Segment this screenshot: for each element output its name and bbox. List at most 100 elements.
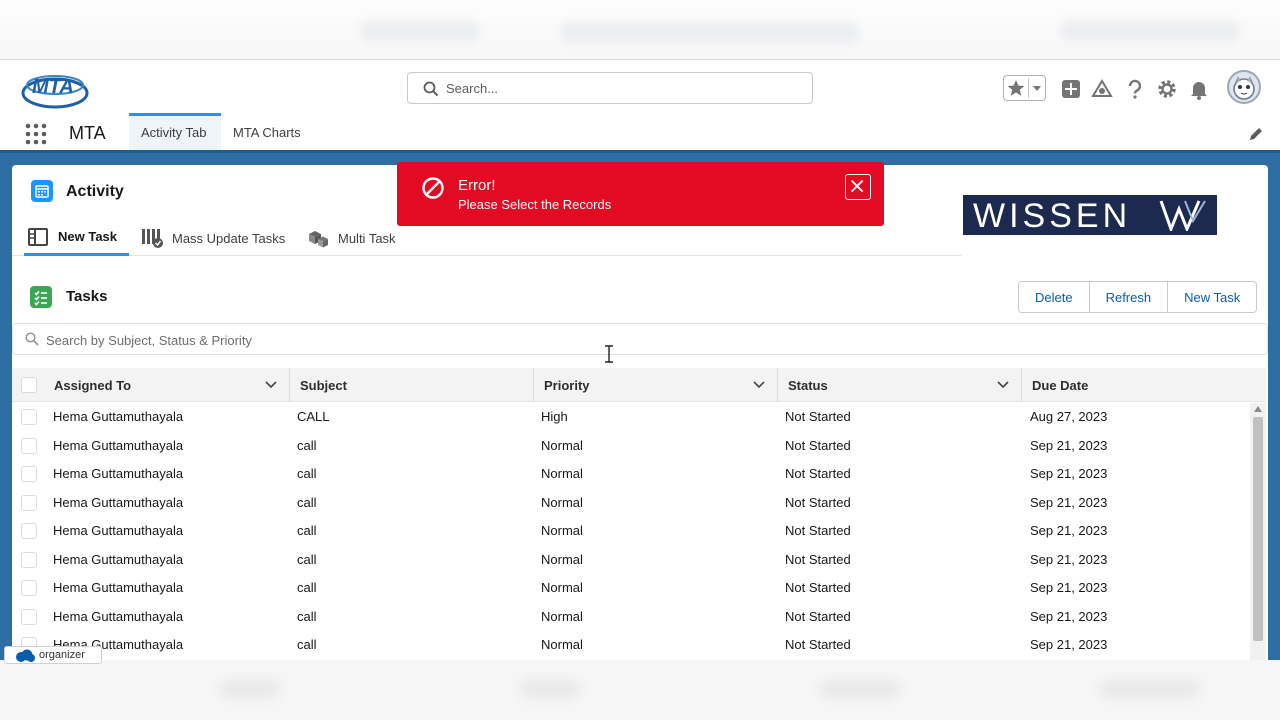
taskbar-blurred: [0, 660, 1280, 720]
row-select-checkbox[interactable]: [21, 494, 37, 511]
table-row[interactable]: Hema Guttamuthayala CALL High Not Started Au…: [12, 403, 1252, 432]
scroll-up-arrow-icon[interactable]: [1254, 406, 1262, 412]
cell-subject: call: [297, 523, 317, 538]
cell-status: Not Started: [785, 637, 851, 652]
text-cursor-icon: [605, 345, 613, 363]
cell-status: Not Started: [785, 437, 851, 453]
cell-status: Not Started: [785, 523, 851, 538]
help-icon[interactable]: [1124, 78, 1146, 100]
multi-task-icon: [309, 231, 328, 248]
cell-due-date: Sep 21, 2023: [1030, 437, 1108, 453]
column-header-status[interactable]: Status: [778, 368, 1022, 402]
calendar-icon: [35, 185, 49, 198]
column-header-due-date[interactable]: Due Date: [1022, 368, 1266, 402]
cell-priority: High: [541, 409, 568, 424]
cell-priority: Normal: [541, 466, 583, 481]
tasks-search-input[interactable]: [46, 330, 646, 350]
star-icon[interactable]: [1006, 78, 1026, 98]
column-header-label: Priority: [544, 378, 590, 393]
table-row[interactable]: Hema Guttamuthayala call Normal Not Started…: [12, 460, 1252, 489]
cell-due-date: Sep 21, 2023: [1030, 523, 1108, 538]
new-task-icon: [28, 227, 48, 246]
cell-assigned-to: Hema Guttamuthayala: [53, 494, 184, 510]
row-select-checkbox[interactable]: [21, 580, 37, 596]
column-header-subject[interactable]: Subject: [290, 368, 534, 402]
error-ban-icon: [422, 177, 444, 199]
organizer-label: organizer: [39, 649, 85, 661]
activity-title: Activity: [66, 183, 124, 200]
cloud-icon: [16, 649, 35, 662]
scrollbar-thumb[interactable]: [1253, 417, 1263, 641]
tasks-search[interactable]: [12, 323, 1268, 355]
column-header-assigned-to[interactable]: Assigned To: [44, 368, 290, 402]
chevron-down-icon[interactable]: [753, 380, 765, 390]
table-row[interactable]: Hema Guttamuthayala call Normal Not Started…: [12, 432, 1252, 461]
cell-subject: call: [297, 608, 317, 624]
new-task-button[interactable]: New Task: [1167, 282, 1257, 312]
activity-app-icon: [31, 180, 53, 202]
workspace-background: Activity New Task Mass Update Tasks Mult…: [0, 153, 1280, 660]
cell-assigned-to: Hema Guttamuthayala: [53, 608, 184, 624]
organizer-extension-badge[interactable]: organizer: [4, 646, 102, 664]
subtab-mass-update-tasks[interactable]: Mass Update Tasks: [140, 220, 285, 256]
search-icon: [25, 332, 39, 346]
cell-assigned-to: Hema Guttamuthayala: [53, 409, 184, 424]
global-actions-icon[interactable]: [1060, 78, 1082, 100]
row-select-checkbox[interactable]: [21, 437, 37, 454]
row-select-checkbox[interactable]: [21, 551, 37, 568]
subtab-new-task-label: New Task: [58, 229, 118, 244]
gear-icon[interactable]: [1156, 78, 1178, 100]
wissen-logo-text: WISSEN: [973, 197, 1132, 235]
table-row[interactable]: Hema Guttamuthayala call Normal Not Started…: [12, 631, 1252, 660]
cell-assigned-to: Hema Guttamuthayala: [53, 523, 184, 538]
table-row[interactable]: Hema Guttamuthayala call Normal Not Started…: [12, 574, 1252, 603]
table-row[interactable]: Hema Guttamuthayala call Normal Not Started…: [12, 603, 1252, 632]
global-search[interactable]: [407, 72, 813, 104]
trailhead-icon[interactable]: [1091, 78, 1113, 100]
delete-button[interactable]: Delete: [1019, 282, 1089, 312]
row-select-checkbox[interactable]: [21, 466, 37, 482]
chevron-down-icon[interactable]: [997, 380, 1009, 390]
edit-nav-pencil-icon[interactable]: [1248, 126, 1264, 142]
tab-activity[interactable]: Activity Tab: [129, 113, 221, 150]
cell-due-date: Sep 21, 2023: [1030, 466, 1108, 481]
cell-priority: Normal: [541, 523, 583, 538]
search-icon: [423, 81, 439, 97]
toast-close-button[interactable]: [845, 174, 871, 200]
mta-logo[interactable]: MTA: [20, 67, 90, 111]
app-launcher-icon[interactable]: [24, 122, 48, 146]
table-row[interactable]: Hema Guttamuthayala call Normal Not Started…: [12, 517, 1252, 546]
row-select-checkbox[interactable]: [21, 523, 37, 539]
cell-priority: Normal: [541, 580, 583, 595]
close-icon: [850, 179, 864, 193]
table-row[interactable]: Hema Guttamuthayala call Normal Not Started…: [12, 546, 1252, 575]
column-header-priority[interactable]: Priority: [534, 368, 778, 402]
column-header-label: Assigned To: [54, 378, 132, 393]
favorites-button[interactable]: [1003, 75, 1046, 101]
notifications-bell-icon[interactable]: [1188, 78, 1210, 100]
column-header-label: Due Date: [1032, 378, 1089, 393]
select-all-checkbox[interactable]: [21, 377, 37, 393]
browser-chrome-blurred: [0, 0, 1280, 60]
cell-priority: Normal: [541, 608, 583, 624]
table-scrollbar[interactable]: [1250, 403, 1266, 660]
wissen-logo: WISSEN: [963, 195, 1217, 235]
cell-priority: Normal: [541, 637, 583, 652]
subtab-new-task[interactable]: New Task: [24, 220, 130, 256]
chevron-down-icon[interactable]: [1031, 82, 1043, 94]
table-header: Assigned To Subject Priority Status Due …: [12, 368, 1266, 402]
app-navigation-bar: MTA Activity Tab MTA Charts: [0, 113, 1280, 153]
global-search-input[interactable]: [446, 78, 796, 98]
app-name: MTA: [69, 123, 106, 143]
table-row[interactable]: Hema Guttamuthayala call Normal Not Started…: [12, 489, 1252, 518]
cell-subject: CALL: [297, 409, 330, 424]
subtab-multi-task[interactable]: Multi Task: [306, 220, 396, 256]
refresh-button[interactable]: Refresh: [1088, 282, 1168, 312]
user-avatar[interactable]: [1227, 70, 1261, 104]
chevron-down-icon[interactable]: [265, 380, 277, 390]
row-select-checkbox[interactable]: [21, 608, 37, 625]
subtab-multi-task-label: Multi Task: [338, 230, 396, 246]
tab-mta-charts[interactable]: MTA Charts: [221, 113, 313, 150]
row-select-checkbox[interactable]: [21, 409, 37, 425]
cell-priority: Normal: [541, 494, 583, 510]
